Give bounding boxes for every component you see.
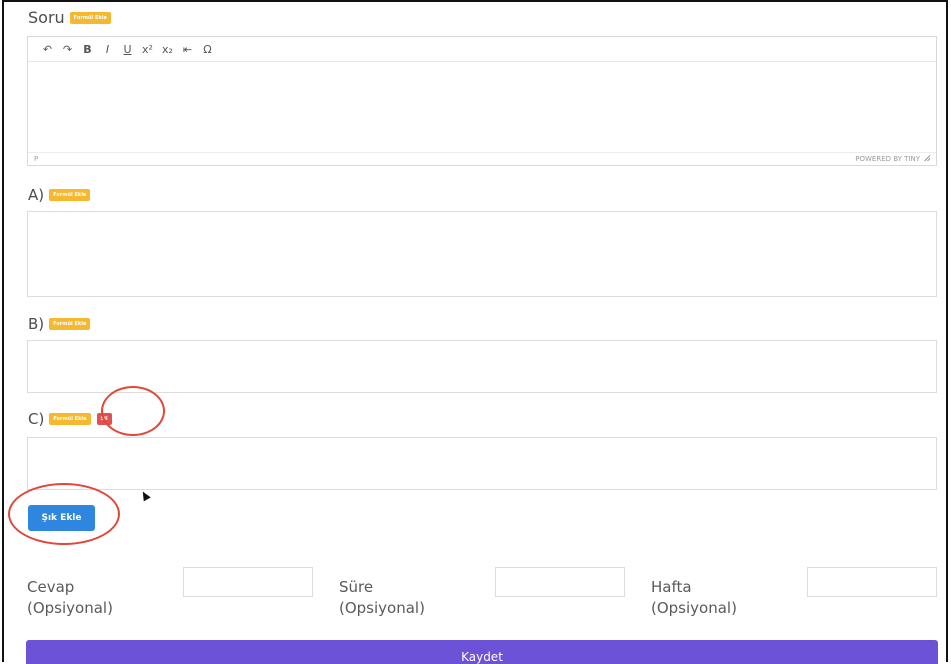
week-input[interactable]	[807, 567, 937, 597]
option-b-formula-button[interactable]: Formül Ekle	[49, 318, 91, 330]
duration-input[interactable]	[495, 567, 625, 597]
question-label: Soru	[28, 8, 65, 27]
option-a-input[interactable]	[27, 211, 937, 297]
duration-field-label: Süre (Opsiyonal)	[339, 577, 425, 619]
editor-branding: POWERED BY TINY	[855, 155, 930, 163]
answer-label: Cevap	[27, 578, 75, 596]
subscript-icon[interactable]: x₂	[158, 39, 177, 59]
editor-content-area[interactable]	[28, 62, 936, 152]
bold-icon[interactable]: B	[78, 39, 97, 59]
option-b-input[interactable]	[27, 340, 937, 393]
answer-field-label: Cevap (Opsiyonal)	[27, 577, 113, 619]
question-label-row: Soru Formül Ekle	[28, 8, 111, 27]
duration-optional: (Opsiyonal)	[339, 599, 425, 617]
question-rich-text-editor[interactable]: ↶ ↷ B I U x² x₂ ⇤ Ω P POWERED BY TINY	[27, 36, 937, 166]
outdent-icon[interactable]: ⇤	[178, 39, 197, 59]
resize-handle-icon[interactable]	[924, 155, 930, 161]
option-c-formula-button[interactable]: Formül Ekle	[49, 413, 91, 425]
option-c-input[interactable]	[27, 437, 937, 490]
option-a-formula-button[interactable]: Formül Ekle	[49, 189, 91, 201]
option-b-label: B)	[28, 315, 45, 333]
undo-icon[interactable]: ↶	[38, 39, 57, 59]
powered-by-text: POWERED BY TINY	[855, 155, 920, 163]
delete-highlight-circle	[101, 386, 165, 436]
redo-icon[interactable]: ↷	[58, 39, 77, 59]
option-b-label-row: B) Formül Ekle	[28, 315, 91, 333]
option-a-label-row: A) Formül Ekle	[28, 186, 91, 204]
week-optional: (Opsiyonal)	[651, 599, 737, 617]
option-c-label-row: C) Formül Ekle Sil	[28, 410, 112, 428]
option-a-label: A)	[28, 186, 45, 204]
answer-optional: (Opsiyonal)	[27, 599, 113, 617]
editor-path: P	[34, 155, 39, 163]
duration-label: Süre	[339, 578, 374, 596]
option-c-label: C)	[28, 410, 45, 428]
answer-input[interactable]	[183, 567, 313, 597]
add-option-highlight-circle	[8, 483, 120, 545]
save-button[interactable]: Kaydet	[26, 640, 938, 664]
question-formula-button[interactable]: Formül Ekle	[69, 11, 111, 24]
underline-icon[interactable]: U	[118, 39, 137, 59]
special-character-icon[interactable]: Ω	[198, 39, 217, 59]
italic-icon[interactable]: I	[98, 39, 117, 59]
editor-statusbar: P POWERED BY TINY	[28, 152, 936, 165]
week-label: Hafta	[651, 578, 692, 596]
superscript-icon[interactable]: x²	[138, 39, 157, 59]
week-field-label: Hafta (Opsiyonal)	[651, 577, 737, 619]
editor-toolbar: ↶ ↷ B I U x² x₂ ⇤ Ω	[28, 37, 936, 62]
